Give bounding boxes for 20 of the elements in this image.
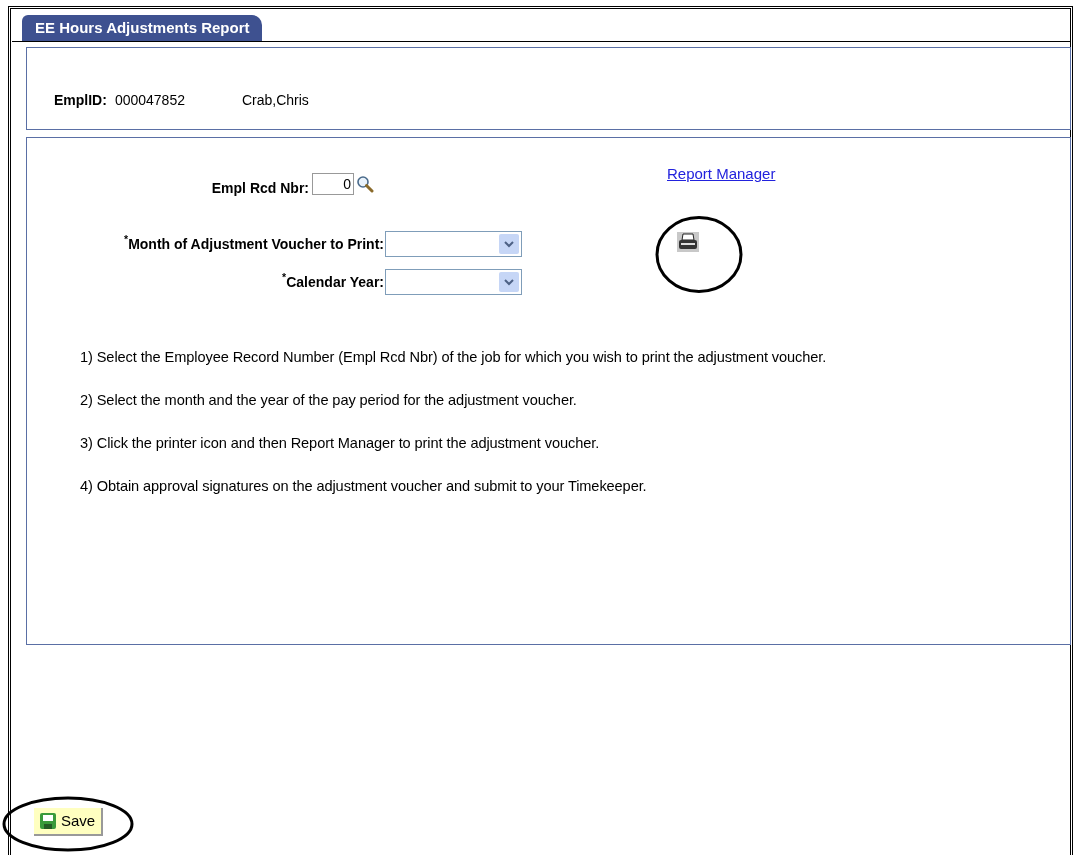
instruction-text: 4) Obtain approval signatures on the adjustment voucher and submit to your Timekeeper. xyxy=(80,476,648,496)
field-label: EmplID: xyxy=(54,91,107,110)
instruction-text: 1) Select the Employee Record Number (Empl Rcd Nbr) of the job for which you wish to print the adjustment voucher. xyxy=(80,348,828,367)
printer-icon[interactable] xyxy=(677,231,700,252)
input-field[interactable]: 0 xyxy=(312,173,354,195)
chevron-down-icon xyxy=(499,234,519,254)
field-label: $^{*}$Month of Adjustment Voucher to Print: xyxy=(124,233,384,254)
instruction-text: 3) Click the printer icon and then Report Manager to print the adjustment voucher. xyxy=(80,433,601,453)
dropdown[interactable] xyxy=(385,269,522,295)
field-label: $^{*}$Calendar Year: xyxy=(282,271,384,292)
save-button[interactable]: Save xyxy=(34,808,104,836)
tab[interactable]: EE Hours Adjustments Report xyxy=(22,15,263,41)
search-icon[interactable] xyxy=(356,175,374,193)
field-label: Empl Rcd Nbr: xyxy=(211,178,309,198)
instruction-text: 2) Select the month and the year of the pay period for the adjustment voucher. xyxy=(80,390,578,410)
report-manager-link[interactable]: Report Manager xyxy=(667,163,776,186)
employee-id: 000047852 xyxy=(114,91,185,110)
chevron-down-icon xyxy=(499,272,519,292)
dropdown[interactable] xyxy=(385,231,522,257)
employee-name: Crab,Chris xyxy=(241,91,309,110)
